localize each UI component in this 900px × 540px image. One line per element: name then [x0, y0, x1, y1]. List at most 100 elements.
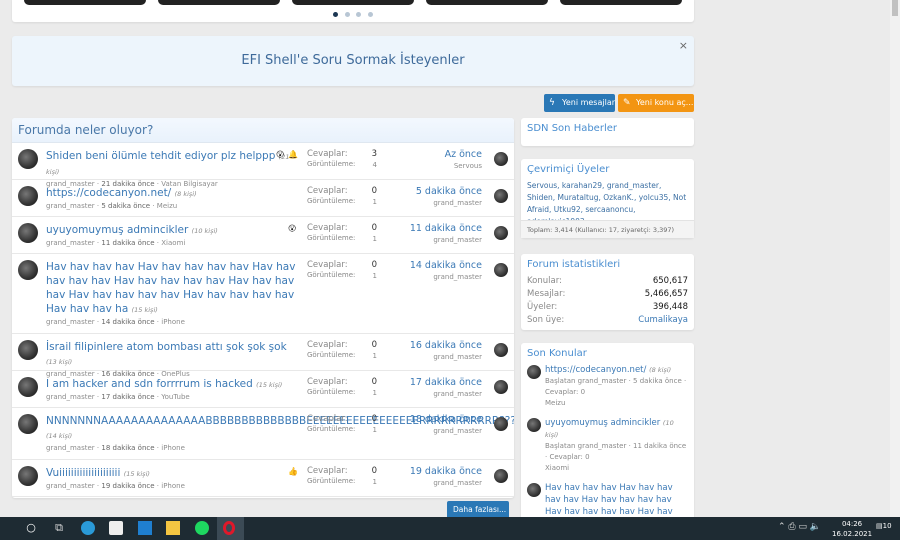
thread-time[interactable]: 19 dakika önce: [101, 482, 154, 490]
stat-row: Üyeler: 396,448: [521, 301, 694, 314]
thread-title[interactable]: Vuiiiiiiiiiiiiiiiiiiiii: [46, 467, 120, 479]
new-posts-button[interactable]: ϟ Yeni mesajlar: [544, 94, 615, 112]
last-post-time[interactable]: 19 dakika önce: [410, 466, 482, 477]
last-post-time[interactable]: 5 dakika önce: [416, 186, 482, 197]
carousel-slide[interactable]: [158, 0, 280, 5]
last-poster-avatar[interactable]: [494, 263, 508, 277]
latest-thread-title[interactable]: https://codecanyon.net/: [545, 365, 646, 375]
thread-title[interactable]: İsrail filipinlere atom bombası attı şok…: [46, 341, 287, 353]
last-post-time[interactable]: 11 dakika önce: [410, 223, 482, 234]
thread-prefix[interactable]: iPhone: [161, 444, 185, 452]
stat-value[interactable]: Cumalikaya: [638, 314, 688, 327]
last-poster-avatar[interactable]: [494, 417, 508, 431]
last-post-time[interactable]: 14 dakika önce: [410, 260, 482, 271]
avatar[interactable]: [18, 377, 38, 397]
last-poster-avatar[interactable]: [494, 469, 508, 483]
thread-author[interactable]: grand_master: [46, 318, 95, 326]
thread-author[interactable]: grand_master: [46, 482, 95, 490]
search-icon[interactable]: ○: [24, 521, 38, 535]
thread-row: Shiden beni ölümle tehdit ediyor plz hel…: [12, 143, 514, 188]
carousel-dot[interactable]: [345, 12, 350, 17]
emoji-shocked-icon: 😮: [276, 150, 285, 159]
carousel-slide[interactable]: [24, 0, 146, 5]
thread-time[interactable]: 14 dakika önce: [101, 318, 154, 326]
notification-count: 10: [882, 522, 892, 530]
thread-time[interactable]: 5 dakika önce: [101, 202, 150, 210]
thread-title[interactable]: I am hacker and sdn forrrrum is hacked: [46, 378, 253, 390]
thread-prefix[interactable]: Xiaomi: [161, 239, 185, 247]
last-post-user[interactable]: grand_master: [410, 236, 482, 244]
viewer-count: (8 kişi): [174, 190, 197, 198]
close-icon[interactable]: ×: [679, 39, 688, 52]
avatar[interactable]: [18, 223, 38, 243]
last-post-time[interactable]: 16 dakika önce: [410, 340, 482, 351]
thread-title[interactable]: uyuyomuymuş admincikler: [46, 224, 188, 236]
avatar[interactable]: [18, 466, 38, 486]
latest-thread-title[interactable]: uyuyomuymuş admincikler: [545, 418, 660, 428]
last-poster-avatar[interactable]: [494, 380, 508, 394]
thread-prefix[interactable]: iPhone: [161, 318, 185, 326]
last-post-user[interactable]: grand_master: [410, 427, 482, 435]
carousel-slide[interactable]: [292, 0, 414, 5]
notice-title[interactable]: EFI Shell'e Soru Sormak İsteyenler: [12, 53, 694, 68]
thread-title[interactable]: https://codecanyon.net/: [46, 187, 171, 199]
last-poster-avatar[interactable]: [494, 226, 508, 240]
carousel-slide[interactable]: [560, 0, 682, 5]
thread-author[interactable]: grand_master: [46, 239, 95, 247]
views-count: 1: [372, 478, 377, 486]
avatar[interactable]: [18, 260, 38, 280]
notification-center-icon[interactable]: ▤10: [876, 522, 892, 530]
carousel-dot[interactable]: [368, 12, 373, 17]
edge-icon[interactable]: [81, 521, 95, 535]
carousel-slide[interactable]: [426, 0, 548, 5]
avatar[interactable]: [18, 340, 38, 360]
last-post-user[interactable]: grand_master: [410, 273, 482, 281]
thread-title[interactable]: Hav hav hav hav Hav hav hav hav hav Hav …: [46, 261, 295, 315]
avatar[interactable]: [527, 483, 541, 497]
last-poster-avatar[interactable]: [494, 343, 508, 357]
new-thread-button[interactable]: ✎ Yeni konu aç...: [618, 94, 694, 112]
last-post-time[interactable]: Az önce: [445, 149, 482, 160]
thread-author[interactable]: grand_master: [46, 393, 95, 401]
last-post-time[interactable]: 17 dakika önce: [410, 377, 482, 388]
last-post-user[interactable]: grand_master: [416, 199, 482, 207]
tray-icons[interactable]: ⌃ ⎙ ▭ 🔈: [778, 522, 821, 532]
store-icon[interactable]: [109, 521, 123, 535]
replies-label: Cevaplar:: [307, 377, 348, 387]
online-title[interactable]: Çevrimiçi Üyeler: [521, 159, 694, 180]
latest-thread-item: https://codecanyon.net/ (8 kişi) Başlata…: [521, 364, 694, 409]
clock[interactable]: 04:26 16.02.2021: [832, 519, 872, 539]
thread-time[interactable]: 17 dakika önce: [101, 393, 154, 401]
thread-time[interactable]: 18 dakika önce: [101, 444, 154, 452]
opera-taskbar-item[interactable]: [217, 517, 244, 540]
file-explorer-icon[interactable]: [166, 521, 180, 535]
scrollbar-thumb[interactable]: [892, 0, 898, 16]
carousel-dot[interactable]: [333, 12, 338, 17]
last-poster-avatar[interactable]: [494, 152, 508, 166]
thread-title[interactable]: Shiden beni ölümle tehdit ediyor plz hel…: [46, 150, 275, 162]
thread-prefix[interactable]: Meizu: [157, 202, 177, 210]
thread-prefix[interactable]: iPhone: [161, 482, 185, 490]
thread-author[interactable]: grand_master: [46, 444, 95, 452]
thread-author[interactable]: grand_master: [46, 202, 95, 210]
last-post-user[interactable]: grand_master: [410, 479, 482, 487]
last-post-time[interactable]: 18 dakika önce: [410, 414, 482, 425]
avatar[interactable]: [18, 414, 38, 434]
last-poster-avatar[interactable]: [494, 189, 508, 203]
thread-time[interactable]: 11 dakika önce: [101, 239, 154, 247]
carousel-dot[interactable]: [356, 12, 361, 17]
avatar[interactable]: [527, 365, 541, 379]
avatar[interactable]: [527, 418, 541, 432]
last-post-user[interactable]: grand_master: [410, 390, 482, 398]
spotify-icon[interactable]: [195, 521, 209, 535]
replies-label: Cevaplar:: [307, 149, 348, 159]
task-view-icon[interactable]: ⧉: [52, 521, 66, 535]
avatar[interactable]: [18, 186, 38, 206]
mail-icon[interactable]: [138, 521, 152, 535]
last-post-user[interactable]: Servous: [445, 162, 482, 170]
avatar[interactable]: [18, 149, 38, 169]
news-title[interactable]: SDN Son Haberler: [521, 118, 694, 139]
scrollbar[interactable]: [890, 0, 900, 517]
last-post-user[interactable]: grand_master: [410, 353, 482, 361]
thread-prefix[interactable]: YouTube: [161, 393, 189, 401]
